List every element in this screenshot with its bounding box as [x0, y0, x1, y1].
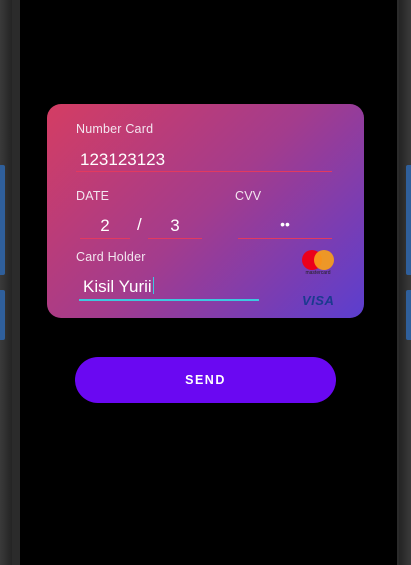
visa-logo-icon: VISA: [302, 293, 335, 308]
date-year-input[interactable]: 3: [148, 216, 202, 239]
device-side-panel-right-lower: [406, 290, 411, 340]
device-side-panel-left: [0, 165, 5, 275]
mastercard-logo-text: mastercard: [305, 270, 331, 276]
send-button[interactable]: SEND: [75, 357, 336, 403]
number-card-label: Number Card: [76, 122, 154, 136]
date-month-input[interactable]: 2: [80, 216, 130, 239]
app-screen: Number Card 123123123 DATE 2 / 3 CVV •• …: [20, 0, 397, 565]
date-separator: /: [137, 215, 142, 234]
card-number-input[interactable]: 123123123: [76, 150, 332, 172]
device-bezel-left: [0, 0, 12, 565]
card-holder-input[interactable]: Kisil Yurii: [79, 277, 259, 301]
date-label: DATE: [76, 189, 110, 203]
credit-card-form: Number Card 123123123 DATE 2 / 3 CVV •• …: [47, 104, 364, 318]
cvv-label: CVV: [235, 189, 262, 203]
device-bezel-right: [399, 0, 411, 565]
card-holder-label: Card Holder: [76, 250, 146, 264]
mastercard-logo-icon: mastercard: [300, 250, 336, 278]
cvv-input[interactable]: ••: [238, 216, 332, 239]
device-side-panel-right: [406, 165, 411, 275]
card-holder-value: Kisil Yurii: [83, 277, 152, 296]
device-frame: Number Card 123123123 DATE 2 / 3 CVV •• …: [0, 0, 411, 565]
text-cursor: [152, 277, 155, 294]
device-side-panel-left-lower: [0, 290, 5, 340]
